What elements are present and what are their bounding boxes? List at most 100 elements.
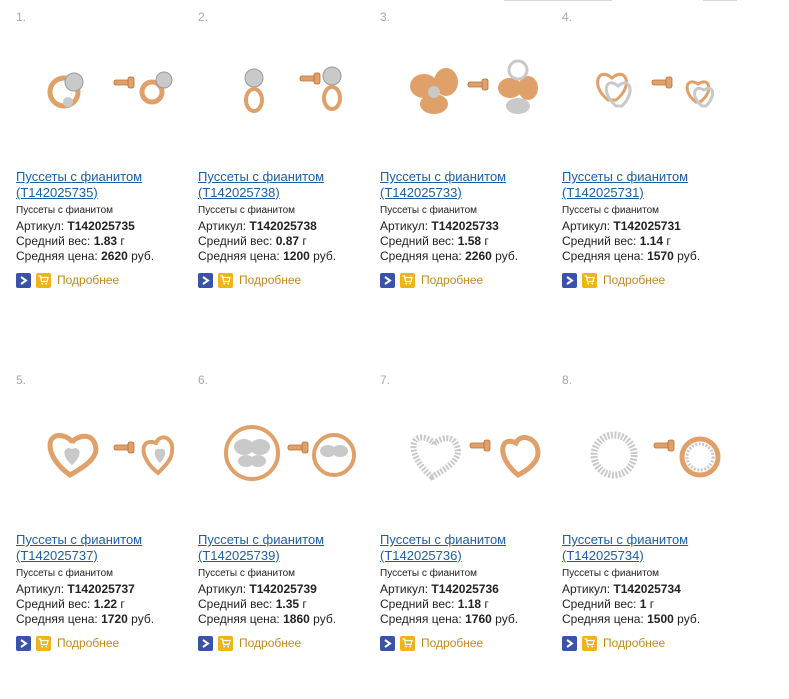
product-subtitle: Пуссеты с фианитом (198, 568, 296, 579)
product-code-link[interactable]: (T142025731) (562, 185, 644, 200)
product-code-link[interactable]: (T142025733) (380, 185, 462, 200)
product-actions: Подробнее (380, 635, 483, 651)
more-details-link[interactable]: Подробнее (421, 273, 483, 287)
article-row: Артикул: T142025733 (380, 219, 499, 233)
cart-icon[interactable] (218, 272, 233, 288)
product-image[interactable] (568, 393, 728, 513)
article-row: Артикул: T142025739 (198, 582, 317, 596)
weight-label: Средний вес: (198, 234, 273, 248)
product-card: 4. Пуссеты с фианитом (T142025731) Пуссе… (562, 0, 732, 300)
product-code-link[interactable]: (T142025734) (562, 548, 644, 563)
product-card: 1. Пуссеты с фианитом (T142025735) Пуссе… (16, 0, 186, 300)
product-code-link[interactable]: (T142025739) (198, 548, 280, 563)
more-details-link[interactable]: Подробнее (603, 273, 665, 287)
product-title-text[interactable]: Пуссеты с фианитом (198, 169, 324, 184)
weight-label: Средний вес: (562, 597, 637, 611)
weight-value: 1.22 (93, 597, 118, 611)
more-details-link[interactable]: Подробнее (239, 636, 301, 650)
product-title-text[interactable]: Пуссеты с фианитом (380, 169, 506, 184)
cart-icon[interactable] (36, 635, 51, 651)
product-title-link[interactable]: Пуссеты с фианитом (T142025733) (380, 169, 555, 201)
product-title-link[interactable]: Пуссеты с фианитом (T142025737) (16, 532, 191, 564)
product-number: 4. (562, 10, 573, 24)
product-title-text[interactable]: Пуссеты с фианитом (16, 169, 142, 184)
product-title-text[interactable]: Пуссеты с фианитом (562, 532, 688, 547)
weight-row: Средний вес: 1.14 г (562, 234, 671, 248)
earring-left (244, 68, 264, 113)
product-title-link[interactable]: Пуссеты с фианитом (T142025739) (198, 532, 373, 564)
cart-icon[interactable] (582, 635, 597, 651)
product-title-link[interactable]: Пуссеты с фианитом (T142025731) (562, 169, 737, 201)
product-card: 2. Пуссеты с фианитом (T142025738) Пуссе… (198, 0, 368, 300)
price-unit: руб. (495, 612, 519, 626)
price-value: 1760 (465, 612, 492, 626)
arrow-right-icon[interactable] (380, 635, 395, 651)
earring-right (287, 433, 356, 477)
cart-icon[interactable] (400, 635, 415, 651)
product-code-link[interactable]: (T142025737) (16, 548, 98, 563)
article-value: T142025734 (613, 582, 681, 596)
weight-value: 1.58 (457, 234, 482, 248)
product-title-text[interactable]: Пуссеты с фианитом (562, 169, 688, 184)
price-unit: руб. (313, 249, 337, 263)
price-unit: руб. (131, 249, 155, 263)
product-title-link[interactable]: Пуссеты с фианитом (T142025738) (198, 169, 373, 201)
price-value: 1200 (283, 249, 310, 263)
product-image[interactable] (386, 30, 546, 150)
product-subtitle: Пуссеты с фианитом (380, 205, 478, 216)
arrow-right-icon[interactable] (380, 272, 395, 288)
more-details-link[interactable]: Подробнее (603, 636, 665, 650)
cart-icon[interactable] (400, 272, 415, 288)
earring-right (653, 436, 721, 478)
price-value: 1500 (647, 612, 674, 626)
more-details-link[interactable]: Подробнее (239, 273, 301, 287)
more-details-link[interactable]: Подробнее (421, 636, 483, 650)
earring-left (47, 433, 99, 478)
weight-label: Средний вес: (562, 234, 637, 248)
product-title-link[interactable]: Пуссеты с фианитом (T142025735) (16, 169, 191, 201)
cart-icon[interactable] (218, 635, 233, 651)
weight-row: Средний вес: 1.58 г (380, 234, 489, 248)
product-image[interactable] (22, 393, 182, 513)
arrow-right-icon[interactable] (198, 635, 213, 651)
earring-right (469, 435, 541, 478)
product-image[interactable] (22, 30, 182, 150)
product-code-link[interactable]: (T142025735) (16, 185, 98, 200)
product-actions: Подробнее (16, 272, 119, 288)
more-details-link[interactable]: Подробнее (57, 636, 119, 650)
article-row: Артикул: T142025734 (562, 582, 681, 596)
article-value: T142025731 (613, 219, 681, 233)
product-image[interactable] (204, 393, 364, 513)
price-unit: руб. (313, 612, 337, 626)
product-grid: 1. Пуссеты с фианитом (T142025735) Пуссе… (0, 0, 789, 699)
product-number: 3. (380, 10, 391, 24)
price-row: Средняя цена: 1860 руб. (198, 612, 336, 626)
product-image[interactable] (568, 30, 728, 150)
product-title-text[interactable]: Пуссеты с фианитом (16, 532, 142, 547)
arrow-right-icon[interactable] (562, 272, 577, 288)
cart-icon[interactable] (582, 272, 597, 288)
more-details-link[interactable]: Подробнее (57, 273, 119, 287)
arrow-right-icon[interactable] (16, 272, 31, 288)
price-row: Средняя цена: 1760 руб. (380, 612, 518, 626)
product-code-link[interactable]: (T142025738) (198, 185, 280, 200)
product-title-text[interactable]: Пуссеты с фианитом (198, 532, 324, 547)
arrow-right-icon[interactable] (198, 272, 213, 288)
weight-unit: г (666, 234, 671, 248)
earring-left (410, 434, 462, 481)
cart-icon[interactable] (36, 272, 51, 288)
product-number: 7. (380, 373, 391, 387)
product-title-text[interactable]: Пуссеты с фианитом (380, 532, 506, 547)
product-code-link[interactable]: (T142025736) (380, 548, 462, 563)
product-image[interactable] (386, 393, 546, 513)
arrow-right-icon[interactable] (16, 635, 31, 651)
product-image[interactable] (204, 30, 364, 150)
arrow-right-icon[interactable] (562, 635, 577, 651)
weight-value: 1.14 (639, 234, 664, 248)
price-unit: руб. (495, 249, 519, 263)
article-label: Артикул: (198, 582, 247, 596)
product-title-link[interactable]: Пуссеты с фианитом (T142025734) (562, 532, 737, 564)
product-number: 8. (562, 373, 573, 387)
product-title-link[interactable]: Пуссеты с фианитом (T142025736) (380, 532, 555, 564)
article-row: Артикул: T142025736 (380, 582, 499, 596)
